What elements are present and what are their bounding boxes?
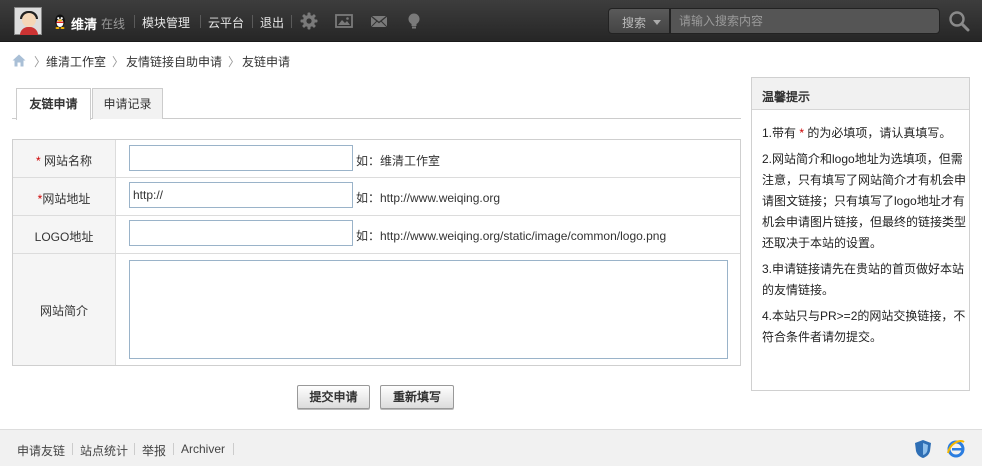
divider bbox=[200, 15, 201, 28]
tip-2: 2.网站简介和logo地址为选填项，但需注意，只有填写了网站简介才有机会申请图文… bbox=[762, 152, 967, 250]
search-scope-select[interactable]: 搜索 bbox=[608, 8, 670, 34]
tips-body: 1.带有 * 的为必填项，请认真填写。 2.网站简介和logo地址为选填项，但需… bbox=[762, 123, 967, 353]
divider bbox=[134, 443, 135, 455]
nav-cloud-platform[interactable]: 云平台 bbox=[208, 14, 244, 31]
search-scope-label: 搜索 bbox=[622, 16, 647, 30]
site-url-input[interactable] bbox=[129, 182, 353, 208]
site-name-label: 网站名称 bbox=[44, 154, 93, 168]
footer-link-report[interactable]: 举报 bbox=[142, 442, 166, 459]
tab-records[interactable]: 申请记录 bbox=[92, 88, 163, 119]
footer-link-stats[interactable]: 站点统计 bbox=[80, 442, 128, 459]
avatar[interactable] bbox=[14, 7, 42, 35]
breadcrumb-separator: 〉 bbox=[112, 55, 125, 69]
username[interactable]: 维清 bbox=[71, 14, 97, 33]
tips-title: 温馨提示 bbox=[752, 78, 969, 110]
footer: 申请友链 站点统计 举报 Archiver bbox=[0, 429, 982, 466]
breadcrumb-separator: 〉 bbox=[34, 55, 47, 69]
divider bbox=[291, 15, 292, 28]
form-row-logo: LOGO地址 如：http://www.weiqing.org/static/i… bbox=[13, 216, 740, 254]
mail-icon[interactable] bbox=[370, 12, 388, 30]
top-bar: 维清 在线 模块管理 云平台 退出 搜索 bbox=[0, 0, 982, 42]
search-input[interactable] bbox=[670, 8, 940, 34]
breadcrumb-item[interactable]: 友情链接自助申请 bbox=[126, 53, 222, 70]
divider bbox=[134, 15, 135, 28]
site-name-hint: 如：维清工作室 bbox=[356, 154, 441, 168]
logo-url-input[interactable] bbox=[129, 220, 353, 246]
intro-textarea[interactable] bbox=[129, 260, 728, 359]
site-url-hint: 如：http://www.weiqing.org bbox=[356, 191, 501, 205]
gear-icon[interactable] bbox=[300, 12, 318, 30]
submit-button[interactable]: 提交申请 bbox=[297, 385, 370, 409]
site-url-label: 网站地址 bbox=[42, 192, 91, 206]
divider bbox=[233, 443, 234, 455]
logo-label: LOGO地址 bbox=[34, 230, 94, 244]
tip-1: 1.带有 * 的为必填项，请认真填写。 bbox=[762, 126, 952, 140]
bulb-icon[interactable] bbox=[405, 12, 423, 30]
home-icon[interactable] bbox=[12, 54, 26, 67]
breadcrumb-item[interactable]: 维清工作室 bbox=[46, 53, 106, 70]
qq-penguin-icon bbox=[55, 14, 65, 29]
image-icon[interactable] bbox=[335, 12, 353, 30]
tab-bar: 友链申请 申请记录 bbox=[12, 88, 741, 120]
footer-link-archiver[interactable]: Archiver bbox=[181, 442, 225, 456]
search-icon[interactable] bbox=[948, 10, 970, 32]
tip-3: 3.申请链接请先在贵站的首页做好本站的友情链接。 bbox=[762, 262, 965, 297]
nav-logout[interactable]: 退出 bbox=[260, 14, 284, 31]
site-name-input[interactable] bbox=[129, 145, 353, 171]
application-form: * 网站名称 如：维清工作室 *网站地址 如：http://www.weiqin… bbox=[12, 139, 741, 366]
logo-hint: 如：http://www.weiqing.org/static/image/co… bbox=[356, 229, 667, 243]
chevron-down-icon bbox=[653, 20, 661, 25]
reset-button[interactable]: 重新填写 bbox=[380, 385, 454, 409]
divider bbox=[252, 15, 253, 28]
intro-label: 网站简介 bbox=[39, 304, 88, 318]
ie-browser-icon[interactable] bbox=[946, 439, 966, 459]
tip-4: 4.本站只与PR>=2的网站交换链接，不符合条件者请勿提交。 bbox=[762, 309, 966, 344]
breadcrumb-item-current: 友链申请 bbox=[242, 55, 291, 69]
tips-panel: 温馨提示 1.带有 * 的为必填项，请认真填写。 2.网站简介和logo地址为选… bbox=[751, 77, 970, 391]
footer-link-apply[interactable]: 申请友链 bbox=[17, 442, 65, 459]
breadcrumb-separator: 〉 bbox=[228, 55, 241, 69]
tab-apply[interactable]: 友链申请 bbox=[16, 88, 91, 120]
form-row-intro: 网站简介 bbox=[13, 254, 740, 365]
form-row-site-name: * 网站名称 如：维清工作室 bbox=[13, 140, 740, 178]
divider bbox=[173, 443, 174, 455]
shield-icon[interactable] bbox=[913, 439, 933, 459]
required-mark: * bbox=[35, 154, 41, 168]
nav-module-manage[interactable]: 模块管理 bbox=[142, 14, 190, 31]
form-row-site-url: *网站地址 如：http://www.weiqing.org bbox=[13, 178, 740, 216]
online-status: 在线 bbox=[101, 17, 126, 31]
divider bbox=[72, 443, 73, 455]
